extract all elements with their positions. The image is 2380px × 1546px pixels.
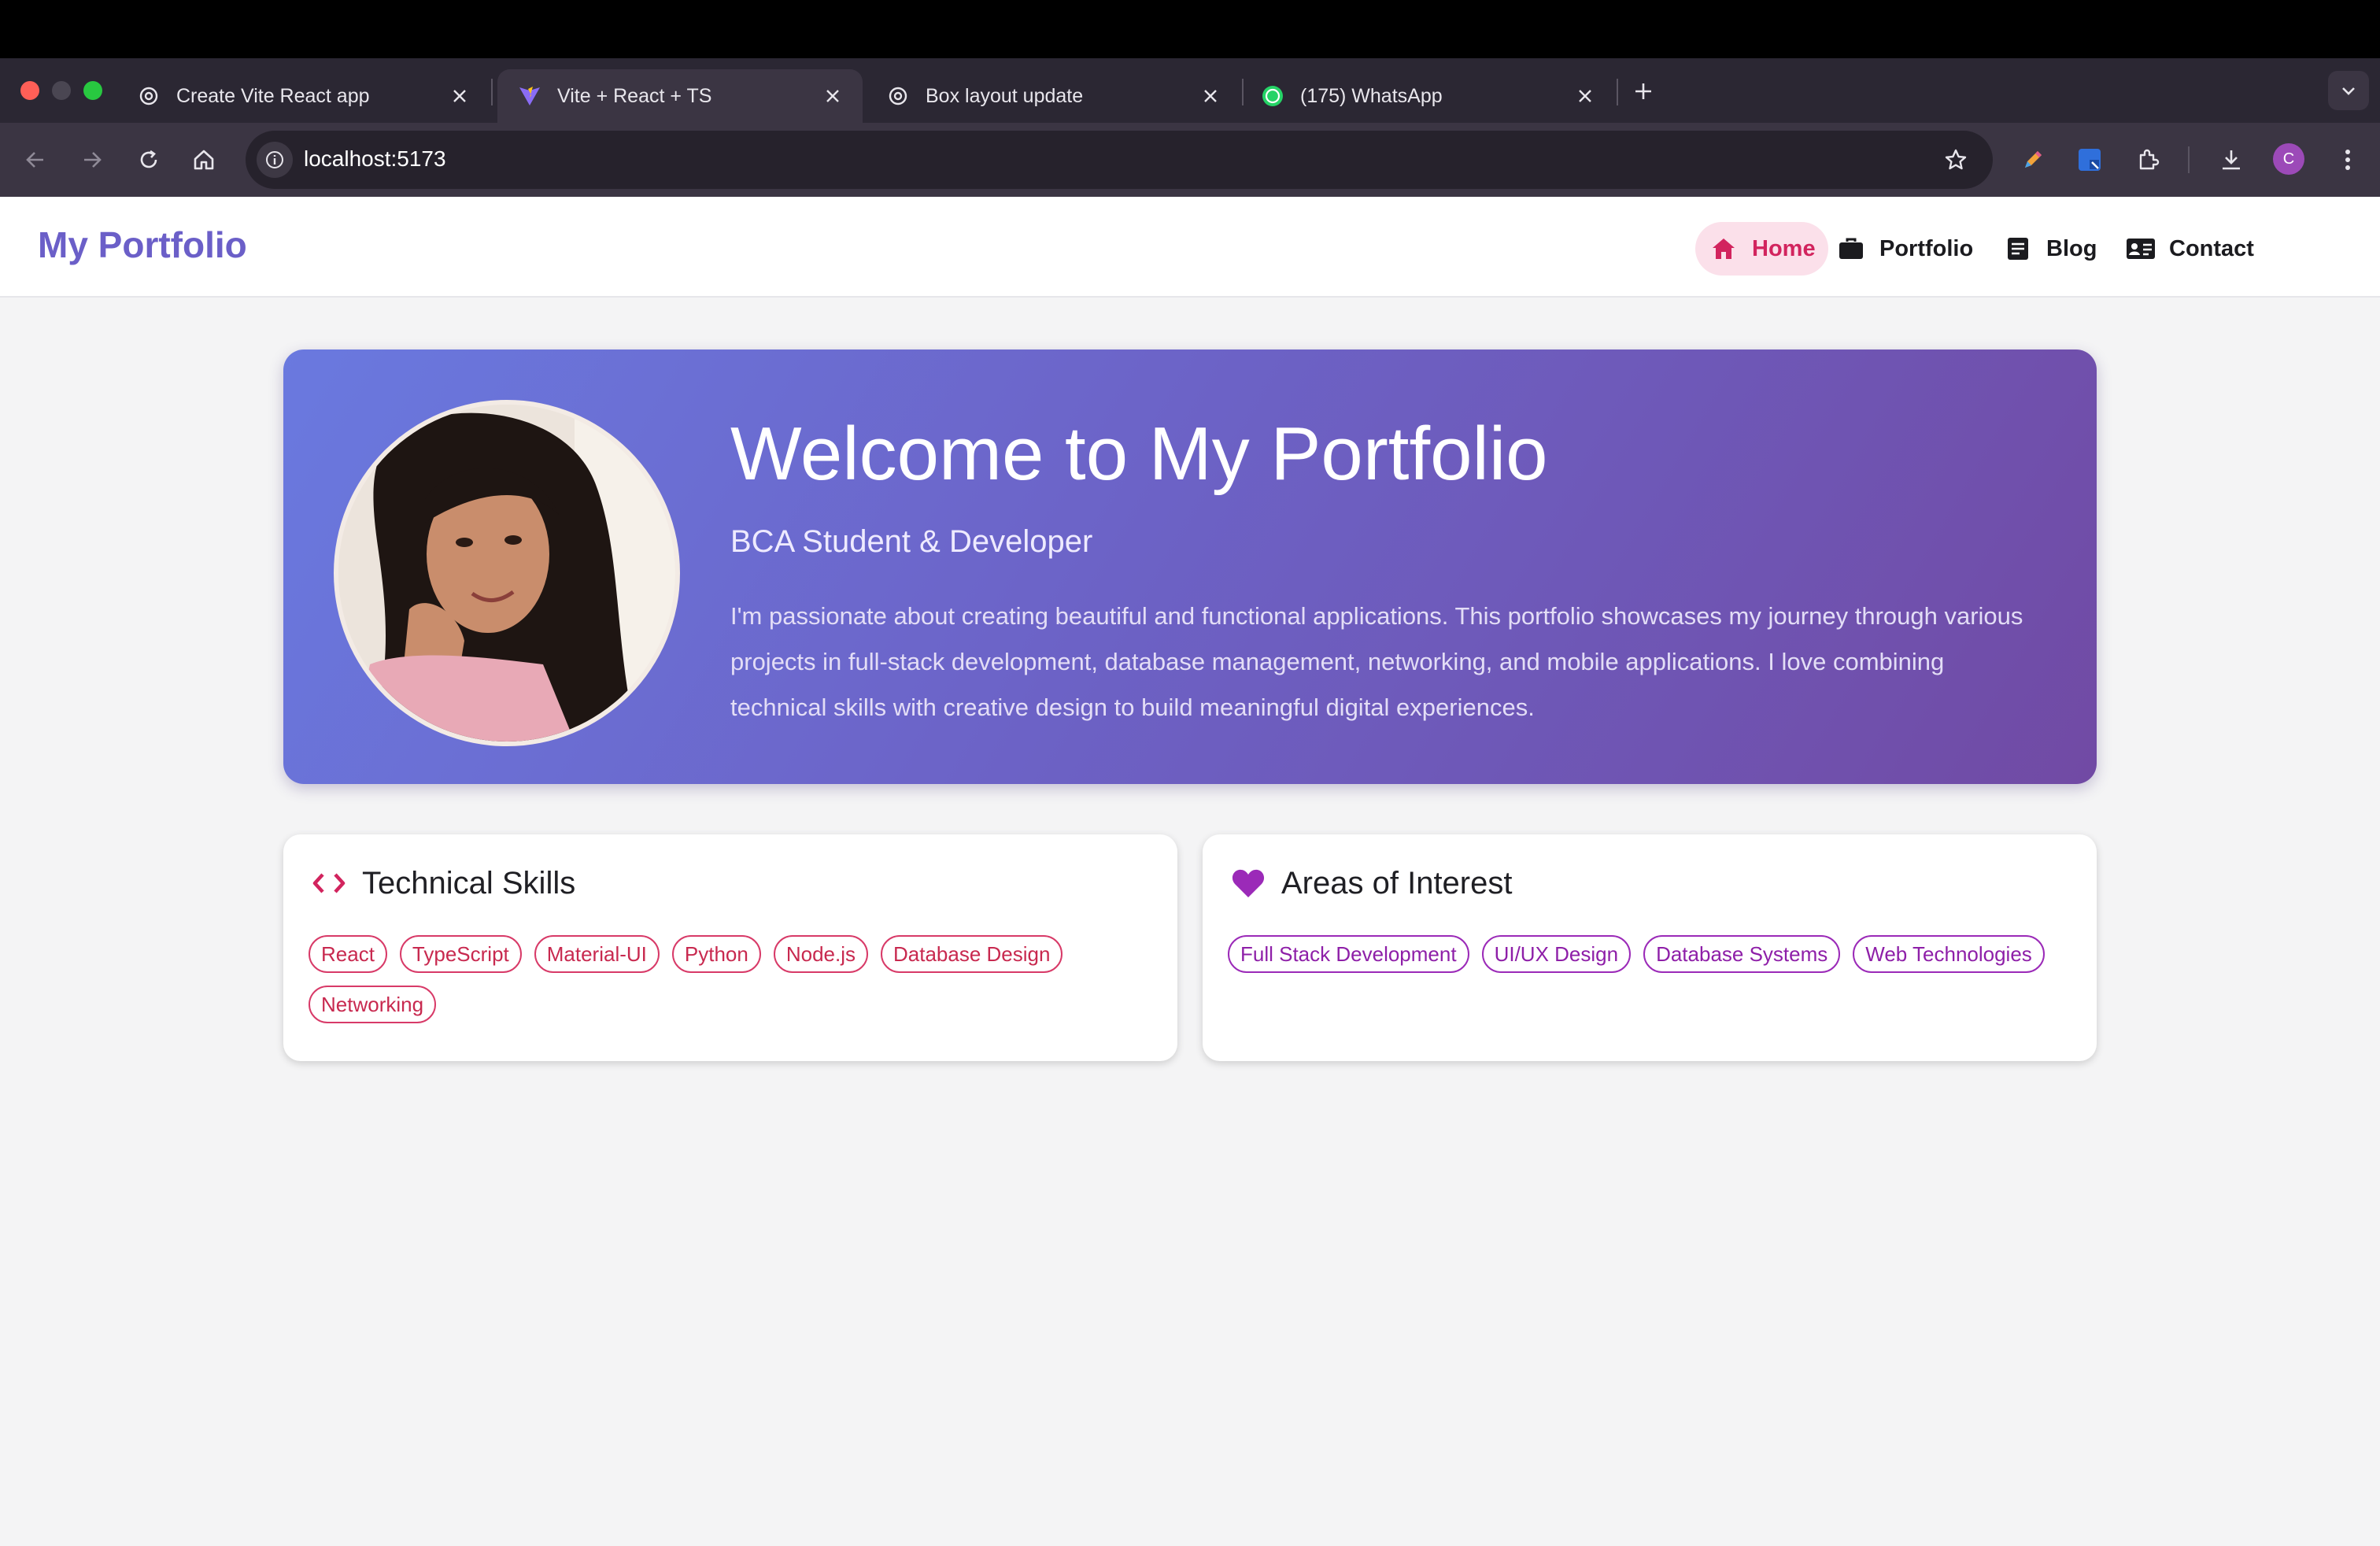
window-zoom-button[interactable] [83, 81, 102, 100]
card-title: Areas of Interest [1281, 865, 1513, 901]
arrow-right-icon [84, 152, 102, 168]
card-header: Technical Skills [310, 864, 575, 902]
window-minimize-button[interactable] [52, 81, 71, 100]
nav-label: Portfolio [1879, 235, 1974, 261]
whatsapp-icon [1261, 84, 1284, 108]
profile-photo [334, 400, 680, 746]
address-url[interactable]: localhost:5173 [304, 146, 446, 172]
skill-chip[interactable]: TypeScript [399, 935, 522, 973]
skill-chip[interactable]: React [309, 935, 387, 973]
brand-logo[interactable]: My Portfolio [38, 224, 247, 266]
download-icon[interactable] [2213, 142, 2249, 178]
browser-tab-active[interactable]: Vite + React + TS [497, 69, 863, 123]
tab-close-icon[interactable] [1195, 80, 1226, 112]
home-outline-icon [194, 150, 214, 170]
nav-label: Blog [2046, 235, 2097, 261]
tab-title: Create Vite React app [176, 84, 370, 107]
hero-banner: Welcome to My Portfolio BCA Student & De… [283, 350, 2097, 784]
article-icon [2002, 233, 2034, 264]
more-menu-icon[interactable] [2330, 142, 2366, 178]
page-viewport: My Portfolio Home Portfolio Blog Contact [0, 197, 2380, 1546]
window-close-button[interactable] [20, 81, 39, 100]
skill-chip[interactable]: Material-UI [534, 935, 660, 973]
tab-separator [491, 79, 493, 105]
nav-contact[interactable]: Contact [2125, 222, 2254, 276]
interest-chip[interactable]: Full Stack Development [1228, 935, 1469, 973]
skills-chip-list: React TypeScript Material-UI Python Node… [309, 935, 1159, 1023]
hero-subtitle: BCA Student & Developer [730, 524, 1093, 559]
browser-tab[interactable]: Box layout update [866, 69, 1240, 123]
site-info-icon[interactable] [257, 142, 293, 178]
tab-close-icon[interactable] [1569, 80, 1601, 112]
hero-description: I'm passionate about creating beautiful … [730, 602, 2023, 721]
code-icon [310, 864, 348, 902]
screen-extension-icon[interactable] [2071, 142, 2108, 178]
areas-of-interest-card: Areas of Interest Full Stack Development… [1203, 834, 2097, 1061]
vite-icon [518, 84, 541, 108]
openai-icon [886, 84, 910, 108]
skill-chip[interactable]: Database Design [881, 935, 1063, 973]
tab-close-icon[interactable] [817, 80, 848, 112]
pencil-extension-icon[interactable] [2015, 142, 2051, 178]
arrow-left-icon [26, 152, 43, 168]
new-tab-button[interactable] [1626, 74, 1661, 109]
openai-icon [137, 84, 161, 108]
tab-close-icon[interactable] [444, 80, 475, 112]
toolbar-divider [2188, 146, 2190, 173]
interest-chip[interactable]: UI/UX Design [1481, 935, 1632, 973]
bookmark-star-icon[interactable] [1938, 142, 1974, 178]
interest-chip[interactable]: Database Systems [1643, 935, 1841, 973]
skill-chip[interactable]: Node.js [773, 935, 868, 973]
skill-chip[interactable]: Python [671, 935, 761, 973]
chevron-down-icon [2342, 87, 2355, 95]
nav-label: Contact [2169, 235, 2254, 261]
browser-tab[interactable]: (175) WhatsApp [1240, 69, 1615, 123]
interest-chip[interactable]: Web Technologies [1853, 935, 2045, 973]
back-button[interactable] [17, 142, 54, 178]
nav-portfolio[interactable]: Portfolio [1835, 222, 1973, 276]
hero-title: Welcome to My Portfolio [730, 412, 1548, 496]
app-bar: My Portfolio Home Portfolio Blog Contact [0, 197, 2380, 298]
home-icon [1708, 233, 1739, 264]
home-button[interactable] [186, 142, 222, 178]
system-menu-bar [0, 0, 2380, 58]
profile-avatar[interactable]: C [2273, 143, 2304, 175]
skill-chip[interactable]: Networking [309, 986, 437, 1023]
reload-icon [140, 150, 157, 168]
nav-home[interactable]: Home [1695, 222, 1828, 276]
tab-title: Vite + React + TS [557, 84, 712, 107]
tab-title: Box layout update [926, 84, 1084, 107]
tab-separator [1617, 79, 1618, 105]
address-bar[interactable] [246, 131, 1993, 189]
reload-button[interactable] [131, 142, 167, 178]
browser-tab[interactable]: Create Vite React app [116, 69, 490, 123]
nav-label: Home [1752, 235, 1816, 261]
technical-skills-card: Technical Skills React TypeScript Materi… [283, 834, 1177, 1061]
tab-search-button[interactable] [2328, 71, 2369, 110]
puzzle-extensions-icon[interactable] [2130, 142, 2166, 178]
tab-title: (175) WhatsApp [1300, 84, 1443, 107]
contact-card-icon [2125, 233, 2156, 264]
card-header: Areas of Interest [1229, 864, 1512, 902]
nav-blog[interactable]: Blog [2002, 222, 2097, 276]
briefcase-icon [1835, 233, 1867, 264]
card-title: Technical Skills [362, 865, 576, 901]
interests-chip-list: Full Stack Development UI/UX Design Data… [1228, 935, 2078, 973]
heart-icon [1229, 864, 1267, 902]
forward-button[interactable] [74, 142, 110, 178]
